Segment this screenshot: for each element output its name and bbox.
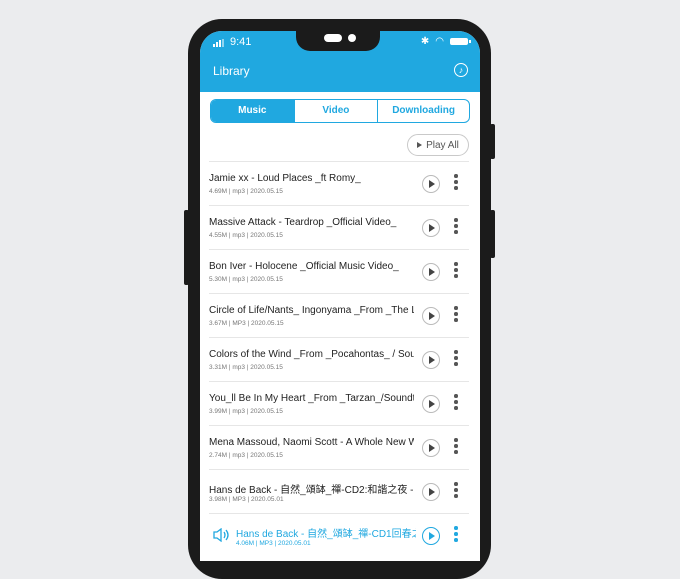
status-time: 9:41	[230, 36, 252, 48]
play-button[interactable]	[422, 351, 440, 369]
screen: 9:41 ✱ ◠ Library ♪ Music Video Downloadi…	[200, 31, 480, 561]
track-meta: 4.69M | mp3 | 2020.05.15	[209, 188, 283, 195]
tab-bar: Music Video Downloading	[210, 99, 470, 123]
more-options-icon[interactable]	[454, 438, 458, 456]
page-title: Library	[213, 64, 250, 78]
more-options-icon[interactable]	[454, 526, 458, 544]
track-title: Circle of Life/Nants_ Ingonyama _From _T…	[209, 305, 414, 316]
track-title: You_ll Be In My Heart _From _Tarzan_/Sou…	[209, 393, 414, 404]
signal-icon	[213, 39, 225, 47]
app-header: 9:41 ✱ ◠ Library ♪	[200, 31, 480, 92]
play-button[interactable]	[422, 439, 440, 457]
play-button[interactable]	[422, 219, 440, 237]
play-button[interactable]	[422, 483, 440, 501]
track-meta: 4.06M | MP3 | 2020.05.01	[236, 540, 311, 547]
track-meta: 5.30M | mp3 | 2020.05.15	[209, 276, 283, 283]
list-item[interactable]: Jamie xx - Loud Places _ft Romy_ 4.69M |…	[209, 161, 469, 205]
track-list: Jamie xx - Loud Places _ft Romy_ 4.69M |…	[209, 161, 469, 557]
side-button-right	[490, 210, 495, 258]
play-all-label: Play All	[426, 139, 459, 151]
more-options-icon[interactable]	[454, 218, 458, 236]
list-item[interactable]: You_ll Be In My Heart _From _Tarzan_/Sou…	[209, 381, 469, 425]
play-button[interactable]	[422, 307, 440, 325]
track-meta: 3.67M | MP3 | 2020.05.15	[209, 320, 284, 327]
more-options-icon[interactable]	[454, 306, 458, 324]
track-meta: 2.74M | mp3 | 2020.05.15	[209, 452, 283, 459]
play-button[interactable]	[422, 175, 440, 193]
track-title: Jamie xx - Loud Places _ft Romy_	[209, 173, 361, 184]
bluetooth-icon: ✱	[420, 36, 430, 47]
track-title: Hans de Back - 自然_頌缽_禪-CD2:和諧之夜 -...	[209, 485, 414, 496]
track-meta: 3.98M | MP3 | 2020.05.01	[209, 496, 284, 503]
more-options-icon[interactable]	[454, 394, 458, 412]
music-info-icon[interactable]: ♪	[454, 63, 468, 77]
list-item[interactable]: Bon Iver - Holocene _Official Music Vide…	[209, 249, 469, 293]
wifi-icon: ◠	[435, 36, 444, 47]
track-meta: 4.55M | mp3 | 2020.05.15	[209, 232, 283, 239]
speaker-icon	[213, 528, 229, 542]
track-title: Hans de Back - 自然_頌缽_禪-CD1回春之...	[236, 529, 416, 540]
more-options-icon[interactable]	[454, 262, 458, 280]
track-title: Colors of the Wind _From _Pocahontas_ / …	[209, 349, 414, 360]
track-title: Mena Massoud, Naomi Scott - A Whole New …	[209, 437, 414, 448]
side-button-left	[184, 210, 189, 285]
track-title: Massive Attack - Teardrop _Official Vide…	[209, 217, 397, 228]
more-options-icon[interactable]	[454, 350, 458, 368]
track-title: Bon Iver - Holocene _Official Music Vide…	[209, 261, 399, 272]
tab-music[interactable]: Music	[211, 100, 294, 122]
play-button[interactable]	[422, 527, 440, 545]
more-options-icon[interactable]	[454, 174, 458, 192]
list-item[interactable]: Massive Attack - Teardrop _Official Vide…	[209, 205, 469, 249]
play-icon	[417, 142, 423, 148]
track-meta: 3.31M | mp3 | 2020.05.15	[209, 364, 283, 371]
side-button-right-top	[490, 124, 495, 159]
list-item[interactable]: Circle of Life/Nants_ Ingonyama _From _T…	[209, 293, 469, 337]
play-button[interactable]	[422, 263, 440, 281]
list-item[interactable]: Mena Massoud, Naomi Scott - A Whole New …	[209, 425, 469, 469]
more-options-icon[interactable]	[454, 482, 458, 500]
list-item[interactable]: Hans de Back - 自然_頌缽_禪-CD1回春之... 4.06M |…	[209, 513, 469, 557]
play-button[interactable]	[422, 395, 440, 413]
list-item[interactable]: Colors of the Wind _From _Pocahontas_ / …	[209, 337, 469, 381]
tab-downloading[interactable]: Downloading	[377, 100, 469, 122]
play-all-button[interactable]: Play All	[407, 134, 469, 156]
tab-video[interactable]: Video	[293, 100, 378, 122]
battery-icon	[450, 38, 471, 45]
notch	[296, 31, 380, 51]
list-item[interactable]: Hans de Back - 自然_頌缽_禪-CD2:和諧之夜 -... 3.9…	[209, 469, 469, 513]
track-meta: 3.99M | mp3 | 2020.05.15	[209, 408, 283, 415]
